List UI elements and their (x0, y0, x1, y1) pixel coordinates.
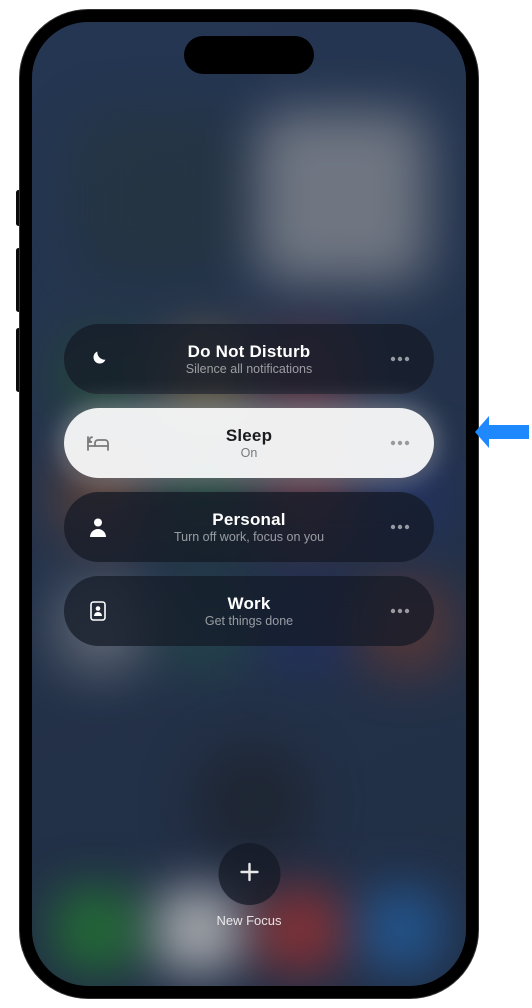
focus-title: Work (228, 594, 271, 614)
focus-text: Sleep On (112, 426, 386, 460)
focus-item-sleep[interactable]: Sleep On (64, 408, 434, 478)
person-icon (84, 517, 112, 537)
focus-subtitle: Turn off work, focus on you (174, 530, 324, 544)
new-focus: New Focus (216, 843, 281, 928)
focus-item-do-not-disturb[interactable]: Do Not Disturb Silence all notifications (64, 324, 434, 394)
focus-subtitle: Get things done (205, 614, 293, 628)
iphone-frame: Do Not Disturb Silence all notifications… (20, 10, 478, 998)
focus-text: Do Not Disturb Silence all notifications (112, 342, 386, 376)
focus-subtitle: On (241, 446, 258, 460)
focus-item-work[interactable]: Work Get things done (64, 576, 434, 646)
bed-icon (84, 434, 112, 452)
more-icon[interactable] (386, 440, 414, 446)
callout-arrow (475, 415, 529, 449)
focus-item-personal[interactable]: Personal Turn off work, focus on you (64, 492, 434, 562)
focus-mode-list: Do Not Disturb Silence all notifications… (64, 324, 434, 646)
screen: Do Not Disturb Silence all notifications… (32, 22, 466, 986)
focus-title: Personal (212, 510, 285, 530)
focus-text: Personal Turn off work, focus on you (112, 510, 386, 544)
focus-text: Work Get things done (112, 594, 386, 628)
dynamic-island (184, 36, 314, 74)
more-icon[interactable] (386, 356, 414, 362)
more-icon[interactable] (386, 608, 414, 614)
focus-title: Do Not Disturb (188, 342, 311, 362)
plus-icon (237, 860, 261, 889)
moon-icon (84, 349, 112, 369)
badge-icon (84, 601, 112, 621)
focus-title: Sleep (226, 426, 272, 446)
new-focus-label: New Focus (216, 913, 281, 928)
focus-subtitle: Silence all notifications (186, 362, 312, 376)
more-icon[interactable] (386, 524, 414, 530)
new-focus-button[interactable] (218, 843, 280, 905)
